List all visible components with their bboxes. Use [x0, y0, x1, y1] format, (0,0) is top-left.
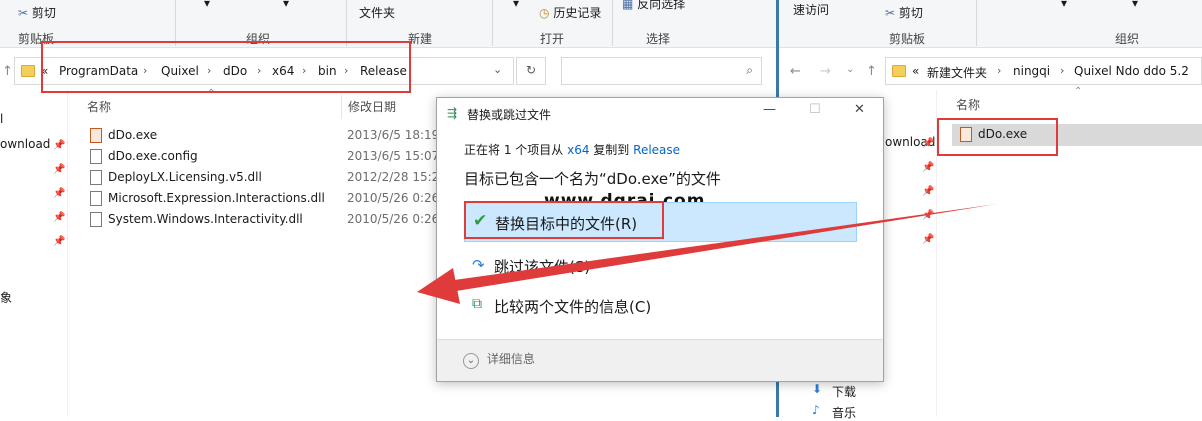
arrow-shaft: [447, 204, 997, 292]
annotation-arrow: [417, 204, 997, 304]
arrow-head-icon: [417, 268, 460, 304]
